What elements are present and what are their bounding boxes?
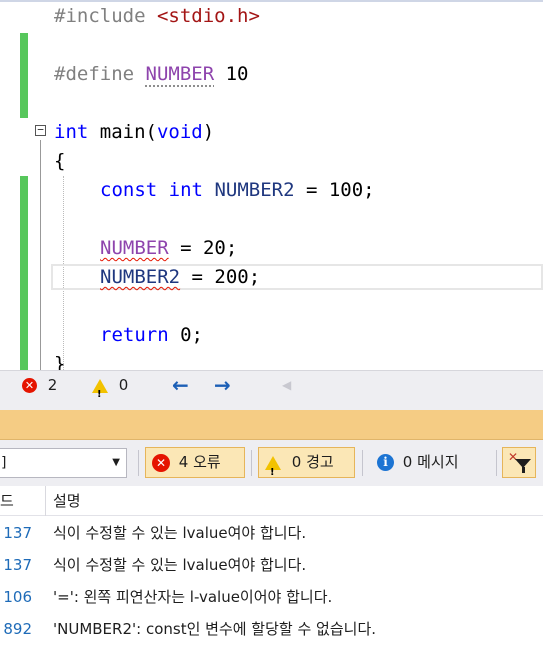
error-description: 식이 수정할 수 있는 lvalue여야 합니다. bbox=[53, 524, 307, 542]
code-line-assign-number2[interactable]: NUMBER2 = 200; bbox=[100, 263, 260, 292]
change-bar bbox=[20, 176, 28, 370]
error-description: 'NUMBER2': const인 변수에 할당할 수 없습니다. bbox=[53, 620, 377, 638]
code-token: 0; bbox=[168, 324, 203, 346]
next-issue-arrow-icon[interactable]: → bbox=[214, 371, 231, 399]
warning-icon: ! bbox=[92, 378, 108, 400]
error-code[interactable]: 137 bbox=[0, 518, 32, 549]
toolbar-separator bbox=[496, 450, 497, 476]
code-token: ) bbox=[202, 121, 215, 143]
previous-issue-arrow-icon[interactable]: ← bbox=[172, 371, 189, 399]
code-editor[interactable]: − #include <stdio.h> #define NUMBER 10 i… bbox=[0, 0, 543, 370]
editor-status-bar: ✕ 2 ! 0 ← → ◀ bbox=[0, 370, 543, 400]
code-token: return bbox=[100, 324, 169, 346]
error-count-indicator[interactable]: ✕ 2 bbox=[22, 371, 57, 399]
code-token: main( bbox=[88, 121, 157, 143]
code-token: { bbox=[54, 150, 66, 172]
code-line-const-decl[interactable]: const int NUMBER2 = 100; bbox=[100, 176, 375, 205]
table-row[interactable]: 892 'NUMBER2': const인 변수에 할당할 수 없습니다. bbox=[0, 614, 543, 645]
code-token: NUMBER bbox=[145, 63, 215, 85]
chevron-down-icon: ▼ bbox=[112, 457, 120, 468]
code-token: void bbox=[156, 121, 203, 143]
code-token: #include bbox=[54, 5, 157, 27]
code-line-return[interactable]: return 0; bbox=[100, 321, 203, 350]
code-token: NUMBER bbox=[100, 237, 169, 259]
toolbar-separator bbox=[362, 450, 363, 476]
messages-filter-label: 0 메시지 bbox=[402, 453, 459, 471]
error-code[interactable]: 106 bbox=[0, 582, 32, 613]
toolbar-separator bbox=[138, 450, 139, 476]
code-token: int bbox=[54, 121, 89, 143]
scroll-left-icon[interactable]: ◀ bbox=[282, 371, 291, 399]
errors-filter-button[interactable]: ✕ 4 오류 bbox=[145, 447, 245, 478]
error-icon: ✕ bbox=[22, 378, 37, 393]
error-code[interactable]: 137 bbox=[0, 550, 32, 581]
build-intellisense-filter-button[interactable]: ✕ bbox=[502, 447, 536, 478]
table-row[interactable]: 137 식이 수정할 수 있는 lvalue여야 합니다. bbox=[0, 550, 543, 581]
panel-gap bbox=[0, 398, 543, 410]
code-token: int bbox=[168, 179, 203, 201]
info-icon: i bbox=[377, 454, 394, 471]
code-token: const bbox=[100, 179, 158, 201]
code-line-main-signature[interactable]: int main(void) bbox=[54, 118, 214, 147]
code-token: = 100; bbox=[294, 179, 375, 201]
column-divider[interactable] bbox=[45, 486, 46, 516]
warning-count-indicator[interactable]: ! 0 bbox=[92, 371, 129, 400]
code-line-close-brace[interactable]: } bbox=[54, 350, 65, 370]
code-token: #define bbox=[54, 63, 146, 85]
code-line-open-brace[interactable]: { bbox=[54, 147, 65, 176]
column-header-description[interactable]: 설명 bbox=[53, 486, 81, 516]
code-token: } bbox=[54, 353, 66, 370]
error-code[interactable]: 892 bbox=[0, 614, 32, 645]
errors-filter-label: 4 오류 bbox=[178, 453, 221, 471]
table-row[interactable]: 137 식이 수정할 수 있는 lvalue여야 합니다. bbox=[0, 518, 543, 549]
scope-dropdown-value: ] bbox=[1, 455, 7, 471]
warning-icon: ! bbox=[265, 455, 281, 478]
change-bar bbox=[20, 33, 28, 62]
code-token: 10 bbox=[214, 63, 249, 85]
warning-count: 0 bbox=[118, 376, 129, 394]
messages-filter-button[interactable]: i 0 메시지 bbox=[370, 447, 490, 478]
code-token: = 200; bbox=[180, 266, 261, 288]
column-header-code[interactable]: 드 bbox=[0, 486, 14, 516]
error-list-header: 드 설명 bbox=[0, 486, 543, 516]
scope-dropdown[interactable]: ] ▼ bbox=[0, 448, 127, 478]
error-list-title-bar[interactable] bbox=[0, 410, 543, 440]
code-line-include[interactable]: #include <stdio.h> bbox=[54, 2, 260, 31]
code-line-define[interactable]: #define NUMBER 10 bbox=[54, 60, 248, 89]
error-count: 2 bbox=[47, 376, 58, 394]
code-line-assign-number[interactable]: NUMBER = 20; bbox=[100, 234, 237, 263]
error-description: 식이 수정할 수 있는 lvalue여야 합니다. bbox=[53, 556, 307, 574]
code-token: = 20; bbox=[168, 237, 238, 259]
error-list-toolbar: ] ▼ ✕ 4 오류 ! 0 경고 i 0 메시지 ✕ bbox=[0, 440, 543, 486]
warnings-filter-button[interactable]: ! 0 경고 bbox=[258, 447, 355, 478]
collapse-toggle-icon[interactable]: − bbox=[35, 124, 46, 136]
warnings-filter-label: 0 경고 bbox=[291, 453, 334, 471]
change-bar bbox=[20, 62, 28, 118]
table-row[interactable]: 106 '=': 왼쪽 피연산자는 l-value이어야 합니다. bbox=[0, 582, 543, 613]
code-token: NUMBER2 bbox=[100, 266, 181, 288]
outline-scope-line bbox=[40, 140, 41, 370]
error-icon: ✕ bbox=[152, 453, 170, 472]
code-token: NUMBER2 bbox=[214, 179, 295, 201]
code-token: <stdio.h> bbox=[156, 5, 260, 27]
toolbar-separator bbox=[251, 450, 252, 476]
error-description: '=': 왼쪽 피연산자는 l-value이어야 합니다. bbox=[53, 588, 333, 606]
